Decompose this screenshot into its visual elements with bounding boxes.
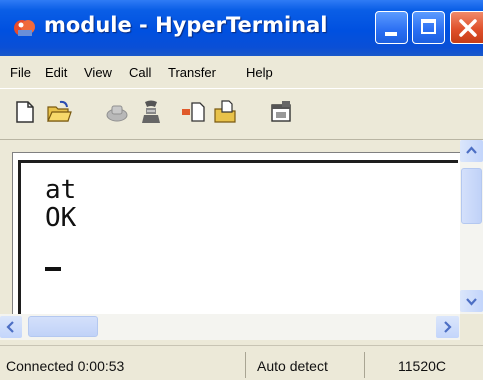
hyperterminal-app-icon[interactable] <box>12 16 38 40</box>
horizontal-scroll-thumb[interactable] <box>28 316 98 337</box>
minimize-icon <box>385 32 397 36</box>
scroll-right-button[interactable] <box>436 316 459 338</box>
chevron-up-icon <box>466 146 477 154</box>
close-button[interactable] <box>450 11 483 44</box>
scroll-left-button[interactable] <box>0 316 22 338</box>
properties-icon[interactable] <box>268 99 294 125</box>
text-cursor <box>45 267 61 271</box>
terminal-line-1: at <box>45 175 77 205</box>
menu-file[interactable]: File <box>10 65 31 80</box>
scroll-down-button[interactable] <box>460 290 483 312</box>
terminal-screen[interactable]: at OK <box>18 160 458 335</box>
close-icon <box>459 19 477 37</box>
menu-bar: File Edit View Call Transfer Help <box>0 56 483 88</box>
status-bar: Connected 0:00:53 Auto detect 11520C <box>0 345 483 380</box>
status-divider <box>364 352 365 378</box>
window-title: module - HyperTerminal <box>44 13 328 37</box>
vertical-scrollbar[interactable] <box>460 140 483 314</box>
status-baud-rate: 11520C <box>398 358 447 374</box>
scrollbar-corner <box>460 314 483 340</box>
menu-transfer[interactable]: Transfer <box>168 65 216 80</box>
terminal-line-2: OK <box>45 203 77 233</box>
maximize-icon <box>421 19 436 34</box>
toolbar <box>0 88 483 140</box>
send-icon[interactable] <box>180 99 206 125</box>
scroll-up-button[interactable] <box>460 140 483 162</box>
menu-help[interactable]: Help <box>246 65 273 80</box>
menu-view[interactable]: View <box>84 65 112 80</box>
receive-icon[interactable] <box>212 99 238 125</box>
minimize-button[interactable] <box>375 11 408 44</box>
title-bar[interactable]: module - HyperTerminal <box>0 0 483 56</box>
status-divider <box>245 352 246 378</box>
chevron-right-icon <box>444 321 452 333</box>
status-connection: Connected 0:00:53 <box>6 358 125 374</box>
horizontal-scrollbar[interactable] <box>0 314 460 340</box>
status-emulation: Auto detect <box>257 358 328 374</box>
maximize-button[interactable] <box>412 11 445 44</box>
menu-edit[interactable]: Edit <box>45 65 67 80</box>
disconnect-icon[interactable] <box>104 99 130 125</box>
menu-call[interactable]: Call <box>129 65 151 80</box>
chevron-left-icon <box>6 321 14 333</box>
chevron-down-icon <box>466 298 477 306</box>
vertical-scroll-thumb[interactable] <box>461 168 482 224</box>
new-connection-icon[interactable] <box>12 99 38 125</box>
dial-icon[interactable] <box>138 99 164 125</box>
open-icon[interactable] <box>46 99 72 125</box>
